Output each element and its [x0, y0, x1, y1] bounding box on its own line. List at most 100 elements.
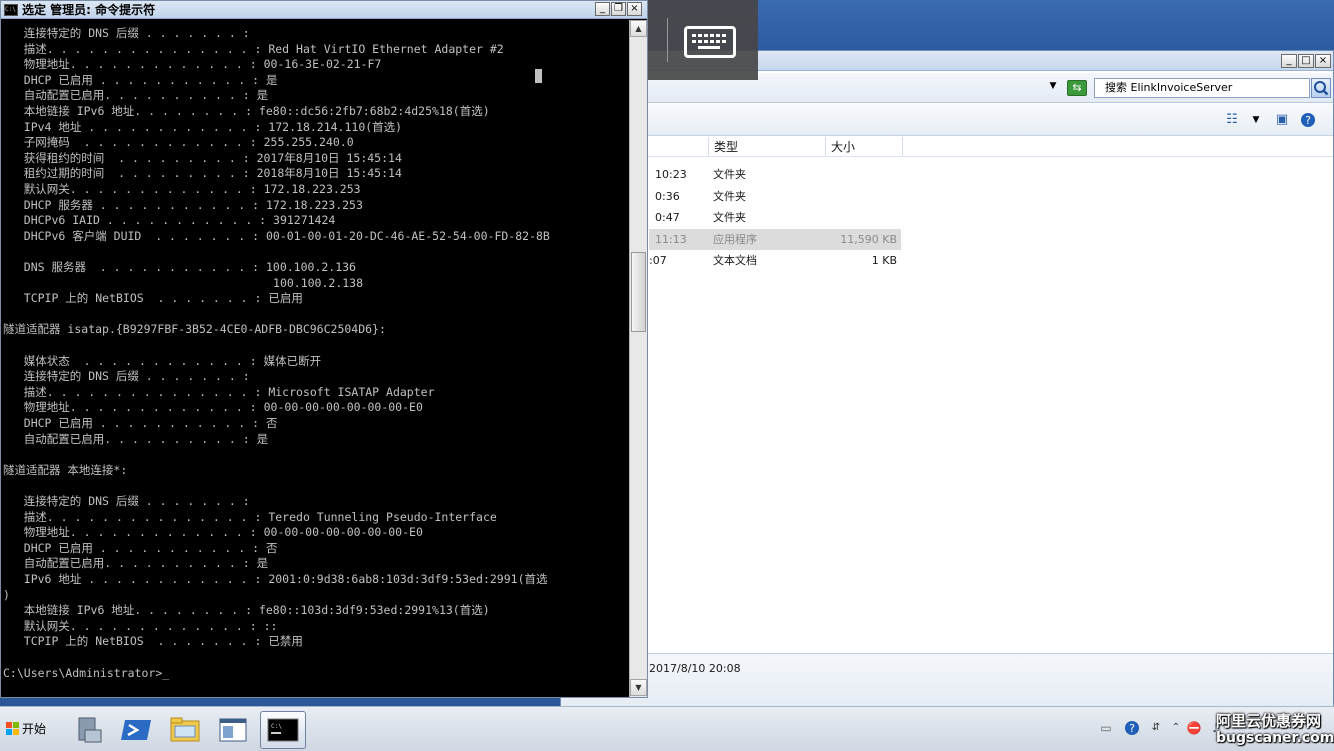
file-type: 文件夹: [713, 168, 746, 181]
console-line: 媒体状态 . . . . . . . . . . . . : 媒体已断开: [3, 353, 322, 368]
svg-text:C:\: C:\: [271, 723, 282, 730]
app-window-button[interactable]: [210, 711, 256, 749]
explorer-button[interactable]: [162, 711, 208, 749]
console-line: 隧道适配器 本地连接*:: [3, 462, 128, 477]
console-line: 100.100.2.138: [3, 275, 364, 290]
keyboard-button[interactable]: [684, 26, 736, 58]
console-line: 隧道适配器 isatap.{B9297FBF-3B52-4CE0-ADFB-DB…: [3, 322, 386, 337]
console-line: C:\Users\Administrator>_: [3, 665, 170, 680]
server-manager-icon: [78, 717, 102, 743]
console-line: 自动配置已启用. . . . . . . . . . : 是: [3, 556, 269, 571]
column-header-date[interactable]: [649, 137, 709, 157]
console-line: 描述. . . . . . . . . . . . . . . : Red Ha…: [3, 41, 504, 56]
close-icon[interactable]: ×: [1315, 54, 1331, 68]
console-line: 本地链接 IPv6 地址. . . . . . . . : fe80::dc56…: [3, 104, 490, 118]
search-button[interactable]: [1311, 78, 1331, 98]
minimize-icon[interactable]: _: [1281, 54, 1297, 68]
scrollbar[interactable]: ▲ ▼: [629, 20, 647, 697]
view-options-icon[interactable]: ☷: [1223, 112, 1241, 128]
start-button[interactable]: 开始: [2, 712, 50, 746]
action-center-icon[interactable]: ⛔: [1186, 720, 1202, 736]
console-line: DHCPv6 IAID . . . . . . . . . . . : 3912…: [3, 213, 336, 228]
file-type: 应用程序: [713, 232, 757, 246]
file-modified-time: 11:13: [655, 232, 687, 246]
svg-text:?: ?: [1305, 114, 1311, 127]
watermark: 阿里云优惠券网 bugscaner.com: [1216, 712, 1334, 747]
column-header-type[interactable]: 类型: [709, 137, 826, 157]
divider: [667, 18, 668, 62]
chevron-down-icon[interactable]: ▼: [1247, 112, 1265, 128]
file-row[interactable]: 11:13 应用程序 11,590 KB: [649, 228, 901, 250]
scroll-thumb[interactable]: [631, 252, 646, 332]
cmd-titlebar[interactable]: C:\ 选定 管理员: 命令提示符 _ ❐ ×: [1, 1, 647, 19]
console-line: DHCPv6 客户端 DUID . . . . . . . : 00-01-00…: [3, 228, 550, 243]
console-line: 本地链接 IPv6 地址. . . . . . . . : fe80::103d…: [3, 603, 490, 618]
cmd-icon: C:\: [4, 4, 18, 16]
file-row[interactable]: 0:36 文件夹: [649, 186, 901, 207]
maximize-icon[interactable]: □: [1298, 54, 1314, 68]
expand-tray-icon[interactable]: ⌃: [1168, 720, 1184, 736]
close-icon[interactable]: ×: [627, 2, 642, 16]
console-line: 子网掩码 . . . . . . . . . . . . : 255.255.2…: [3, 135, 354, 150]
svg-text:?: ?: [1129, 722, 1135, 735]
file-type: 文件夹: [713, 211, 746, 225]
chevron-down-icon[interactable]: ▼: [1047, 81, 1059, 95]
help-icon[interactable]: ?: [1299, 112, 1317, 128]
keyboard-icon: [692, 34, 726, 49]
watermark-line1: 阿里云优惠券网: [1216, 712, 1322, 730]
network-icon[interactable]: ▭: [1098, 720, 1114, 736]
file-size: 1 KB: [871, 254, 897, 268]
console-line: 连接特定的 DNS 后缀 . . . . . . . :: [3, 369, 250, 384]
server-manager-button[interactable]: [66, 711, 112, 749]
console-line: ): [3, 587, 10, 602]
refresh-button[interactable]: ⇆: [1067, 80, 1087, 96]
file-row[interactable]: 10:23 文件夹: [649, 164, 901, 185]
start-label: 开始: [22, 722, 47, 736]
text-cursor: [535, 69, 542, 83]
explorer-toolbar: ☷ ▼ ▣ ?: [561, 104, 1333, 136]
taskbar: 开始 C:\ ▭ ? ⇵ ⌃ ⛔ ♪: [0, 706, 1334, 751]
scroll-up-icon[interactable]: ▲: [630, 20, 647, 37]
file-modified-time: 0:47: [655, 211, 680, 225]
console-line: DHCP 服务器 . . . . . . . . . . . : 172.18.…: [3, 197, 363, 212]
preview-pane-icon[interactable]: ▣: [1273, 112, 1291, 128]
file-type: 文本文档: [713, 254, 757, 268]
powershell-icon: [121, 720, 151, 740]
console-line: 连接特定的 DNS 后缀 . . . . . . . :: [3, 494, 250, 508]
console-line: 描述. . . . . . . . . . . . . . . : Teredo…: [3, 509, 497, 524]
column-header: 类型 大小: [561, 137, 1333, 157]
column-header-size[interactable]: 大小: [826, 137, 903, 157]
console-line: 物理地址. . . . . . . . . . . . . : 00-00-00…: [3, 400, 423, 415]
console-output[interactable]: 连接特定的 DNS 后缀 . . . . . . . : 描述. . . . .…: [1, 20, 629, 697]
console-line: TCPIP 上的 NetBIOS . . . . . . . : 已启用: [3, 291, 303, 306]
restore-icon[interactable]: ❐: [611, 2, 626, 16]
console-line: 物理地址. . . . . . . . . . . . . : 00-16-3E…: [3, 57, 382, 72]
cmd-icon: C:\: [267, 718, 299, 742]
window-icon: [219, 718, 247, 742]
console-line: 物理地址. . . . . . . . . . . . . : 00-00-00…: [3, 525, 423, 540]
file-modified-time: 10:23: [655, 168, 687, 181]
file-modified-time: :07: [649, 254, 667, 268]
search-input[interactable]: 搜索 ElinkInvoiceServer: [1094, 78, 1310, 98]
cmd-taskbar-button[interactable]: C:\: [260, 711, 306, 749]
help-icon[interactable]: ?: [1124, 720, 1140, 736]
file-size: 11,590 KB: [840, 232, 897, 246]
window-title: 选定 管理员: 命令提示符: [22, 3, 156, 17]
minimize-icon[interactable]: _: [595, 2, 610, 16]
watermark-line2: bugscaner.com: [1216, 730, 1334, 746]
display-icon[interactable]: ⇵: [1148, 720, 1164, 736]
folder-icon: [170, 717, 200, 742]
file-type: 文件夹: [713, 189, 746, 203]
cmd-window[interactable]: C:\ 选定 管理员: 命令提示符 _ ❐ × 连接特定的 DNS 后缀 . .…: [0, 0, 648, 698]
console-line: DHCP 已启用 . . . . . . . . . . . : 否: [3, 416, 278, 430]
explorer-window[interactable]: _ □ × ▼ ⇆ 搜索 ElinkInvoiceServer ☷ ▼ ▣ ? …: [560, 50, 1334, 707]
scroll-down-icon[interactable]: ▼: [630, 679, 647, 696]
console-line: 连接特定的 DNS 后缀 . . . . . . . :: [3, 26, 250, 40]
file-row[interactable]: :07 文本文档 1 KB: [649, 250, 901, 271]
powershell-button[interactable]: [114, 711, 160, 749]
file-row[interactable]: 0:47 文件夹: [649, 207, 901, 228]
windows-logo-icon: [6, 722, 20, 736]
console-line: 租约过期的时间 . . . . . . . . . : 2018年8月10日 1…: [3, 166, 402, 181]
console-line: 自动配置已启用. . . . . . . . . . : 是: [3, 431, 269, 446]
console-line: 描述. . . . . . . . . . . . . . . : Micros…: [3, 384, 435, 399]
